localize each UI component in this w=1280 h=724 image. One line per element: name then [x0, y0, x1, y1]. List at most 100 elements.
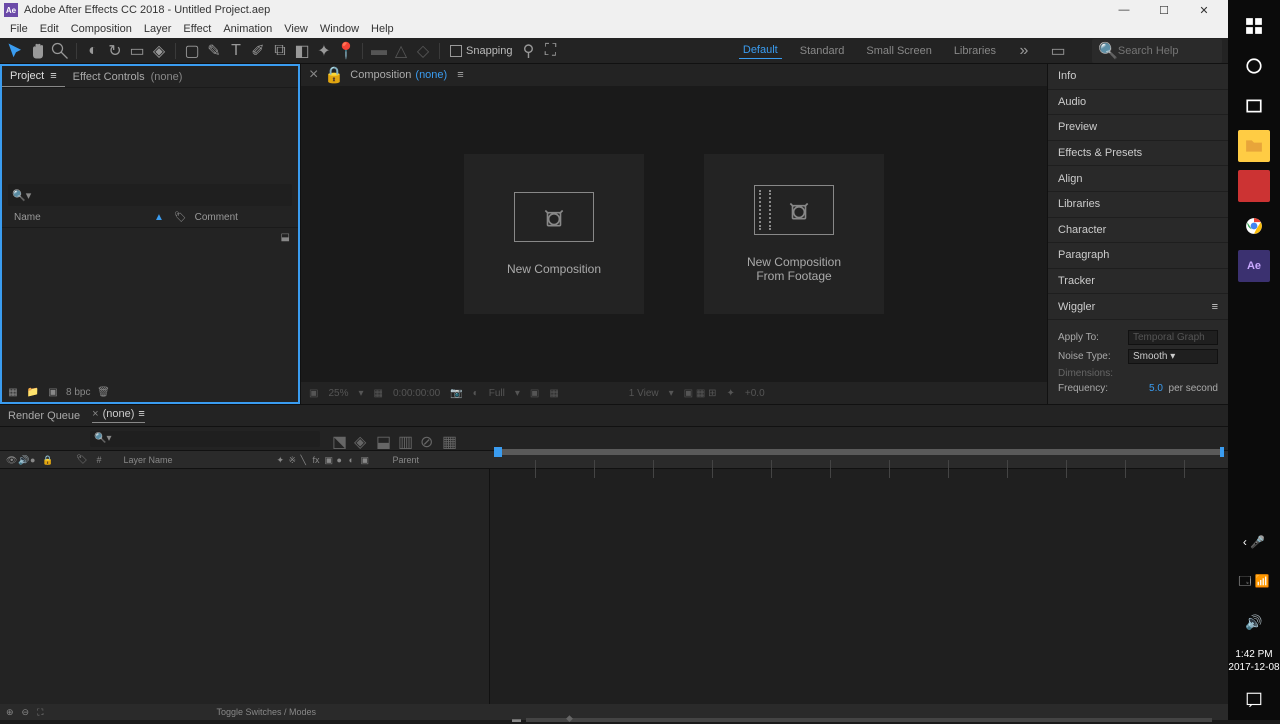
delete-icon[interactable]: 🗑 — [96, 385, 110, 399]
sort-indicator-icon[interactable]: ▲ — [154, 212, 164, 223]
effect-controls-tab[interactable]: Effect Controls (none) — [65, 67, 191, 87]
motion-blur-icon[interactable]: ⊘ — [420, 432, 434, 446]
render-queue-tab[interactable]: Render Queue — [8, 410, 80, 422]
menu-view[interactable]: View — [278, 23, 314, 35]
view-layout[interactable]: 1 View — [629, 388, 659, 399]
zoom-slider-handle[interactable]: ◆ — [566, 713, 573, 724]
panel-audio[interactable]: Audio — [1048, 90, 1228, 116]
after-effects-taskbar-icon[interactable]: Ae — [1238, 250, 1270, 282]
lock-icon[interactable]: 🔒 — [324, 65, 344, 85]
clone-tool[interactable]: ⧉ — [270, 41, 290, 61]
column-comment[interactable]: Comment — [195, 212, 238, 223]
pan-behind-tool[interactable]: ◈ — [149, 41, 169, 61]
menu-animation[interactable]: Animation — [217, 23, 278, 35]
panel-menu-icon[interactable]: ≡ — [1212, 301, 1218, 313]
snap-toggle-icon[interactable]: ⛶ — [541, 41, 561, 61]
timeline-expand-icon[interactable]: ⛶ — [37, 707, 43, 718]
zoom-tool[interactable] — [50, 41, 70, 61]
transparency-grid-icon[interactable]: ▦ — [549, 388, 558, 399]
cortana-icon[interactable] — [1238, 50, 1270, 82]
resolution-select[interactable]: Full — [489, 388, 505, 399]
menu-help[interactable]: Help — [365, 23, 400, 35]
wiggler-frequency-value[interactable]: 5.0 — [1149, 383, 1163, 394]
project-item-list[interactable]: ⬓ — [2, 228, 298, 382]
workspace-overflow-icon[interactable]: » — [1014, 41, 1034, 61]
menu-composition[interactable]: Composition — [65, 23, 138, 35]
tray-network-icon[interactable]: 🗔 📶 — [1238, 566, 1270, 598]
roto-tool[interactable]: ✦ — [314, 41, 334, 61]
action-center-icon[interactable] — [1238, 684, 1270, 716]
camera-tool[interactable]: ▭ — [127, 41, 147, 61]
timeline-toggle-switches-icon[interactable]: ⊕ — [6, 707, 14, 718]
workspace-reset-icon[interactable]: ▭ — [1048, 41, 1068, 61]
tray-expand-icon[interactable]: ‹ 🎤 — [1238, 526, 1270, 558]
search-help[interactable]: 🔍 — [1092, 39, 1222, 63]
new-composition-from-footage-button[interactable]: New Composition From Footage — [704, 154, 884, 314]
snapshot-icon[interactable]: 📷 — [450, 388, 462, 399]
window-minimize-button[interactable]: — — [1104, 0, 1144, 20]
timeline-none-tab[interactable]: × (none) ≡ — [92, 408, 145, 423]
timeline-layer-list[interactable] — [0, 469, 490, 704]
windows-start-button[interactable] — [1238, 10, 1270, 42]
timeline-playhead[interactable] — [494, 447, 502, 457]
composition-tab[interactable]: Composition (none) ≡ — [350, 69, 463, 81]
tray-volume-icon[interactable]: 🔊 — [1238, 606, 1270, 638]
snap-options-icon[interactable]: ⚲ — [519, 41, 539, 61]
new-comp-icon[interactable]: ▣ — [46, 385, 60, 399]
panel-align[interactable]: Align — [1048, 166, 1228, 192]
panel-tracker[interactable]: Tracker — [1048, 269, 1228, 295]
workspace-default[interactable]: Default — [739, 42, 782, 59]
file-explorer-icon[interactable] — [1238, 130, 1270, 162]
timeline-track-area[interactable] — [490, 469, 1228, 704]
panel-wiggler[interactable]: Wiggler≡ — [1048, 294, 1228, 320]
panel-character[interactable]: Character — [1048, 218, 1228, 244]
draft-3d-icon[interactable]: ◈ — [354, 432, 368, 446]
workspace-small-screen[interactable]: Small Screen — [862, 43, 935, 59]
zoom-out-icon[interactable]: ▬ — [512, 714, 521, 724]
wiggler-apply-to-select[interactable]: Temporal Graph — [1128, 330, 1218, 345]
shy-icon[interactable]: ⬓ — [376, 432, 390, 446]
menu-window[interactable]: Window — [314, 23, 365, 35]
pen-tool[interactable]: ✎ — [204, 41, 224, 61]
chrome-icon[interactable] — [1238, 210, 1270, 242]
zoom-level[interactable]: 25% — [328, 388, 348, 399]
system-clock[interactable]: 1:42 PM 2017-12-08 — [1228, 648, 1279, 674]
exposure-reset-icon[interactable]: ✦ — [727, 388, 735, 399]
brush-tool[interactable]: ✐ — [248, 41, 268, 61]
panel-effects-presets[interactable]: Effects & Presets — [1048, 141, 1228, 167]
wiggler-noise-type-select[interactable]: Smooth ▾ — [1128, 349, 1218, 364]
menu-file[interactable]: File — [4, 23, 34, 35]
project-bpc[interactable]: 8 bpc — [66, 387, 90, 398]
rectangle-tool[interactable]: ▢ — [182, 41, 202, 61]
window-maximize-button[interactable]: ☐ — [1144, 0, 1184, 20]
type-tool[interactable]: T — [226, 41, 246, 61]
roi-icon[interactable]: ▣ — [530, 388, 539, 399]
snapping-checkbox[interactable]: Snapping — [450, 45, 513, 57]
selection-tool[interactable] — [6, 41, 26, 61]
interpret-footage-icon[interactable]: ▦ — [6, 385, 20, 399]
comp-mini-flowchart-icon[interactable]: ⬔ — [332, 432, 346, 446]
new-composition-button[interactable]: New Composition — [464, 154, 644, 314]
project-tab[interactable]: Project≡ — [2, 66, 65, 87]
app-icon-red[interactable] — [1238, 170, 1270, 202]
workspace-libraries[interactable]: Libraries — [950, 43, 1000, 59]
task-view-icon[interactable] — [1238, 90, 1270, 122]
timeline-search[interactable]: 🔍▾ — [90, 431, 320, 447]
puppet-tool[interactable]: 📍 — [336, 41, 356, 61]
frame-blend-icon[interactable]: ▥ — [398, 432, 412, 446]
timeline-zoom-icon[interactable]: ⊖ — [22, 707, 30, 718]
menu-effect[interactable]: Effect — [177, 23, 217, 35]
panel-preview[interactable]: Preview — [1048, 115, 1228, 141]
search-help-input[interactable] — [1118, 45, 1218, 57]
resolution-icon[interactable]: ▦ — [374, 388, 383, 399]
exposure-value[interactable]: +0.0 — [745, 388, 765, 399]
hand-tool[interactable] — [28, 41, 48, 61]
menu-edit[interactable]: Edit — [34, 23, 65, 35]
menu-layer[interactable]: Layer — [138, 23, 178, 35]
panel-paragraph[interactable]: Paragraph — [1048, 243, 1228, 269]
column-name[interactable]: Name — [14, 212, 154, 223]
flowchart-icon[interactable]: ⬓ — [2, 228, 298, 247]
eraser-tool[interactable]: ◧ — [292, 41, 312, 61]
current-time[interactable]: 0:00:00:00 — [393, 388, 440, 399]
panel-info[interactable]: Info — [1048, 64, 1228, 90]
